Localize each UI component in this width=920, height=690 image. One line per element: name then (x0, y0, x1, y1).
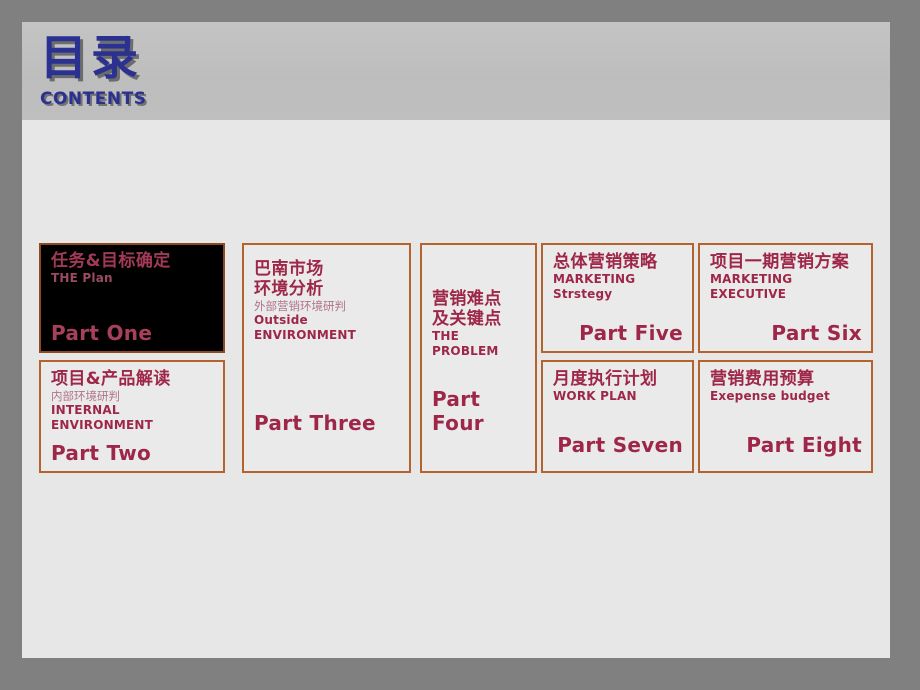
card-en-subtitle: WORK PLAN (553, 389, 637, 403)
card-column-3: 营销难点 及关键点 THE PROBLEM Part Four (420, 243, 537, 473)
card-body: 营销费用预算 Exepense budget Part Eight (710, 369, 862, 465)
card-column-4: 总体营销策略 MARKETING Strstegy Part Five 月度执行… (541, 243, 694, 473)
slide-canvas: 目录 CONTENTS 任务&目标确定 THE Plan Part One 项目… (22, 22, 890, 658)
card-cn-title: 营销费用预算 (710, 369, 815, 389)
page-title: 目录 (40, 31, 142, 86)
card-cn-title: 任务&目标确定 (51, 251, 171, 271)
page-subtitle: CONTENTS (40, 89, 147, 109)
card-column-5: 项目一期营销方案 MARKETING EXECUTIVE Part Six 营销… (698, 243, 873, 473)
card-cn-title-line1: 巴南市场 (254, 259, 324, 279)
card-part-label: Part One (51, 321, 153, 345)
card-body: 营销难点 及关键点 THE PROBLEM Part Four (432, 289, 526, 465)
card-part-three[interactable]: 巴南市场 环境分析 外部营销环境研判 Outside ENVIRONMENT P… (242, 243, 411, 473)
card-column-2: 巴南市场 环境分析 外部营销环境研判 Outside ENVIRONMENT P… (242, 243, 411, 473)
card-body: 巴南市场 环境分析 外部营销环境研判 Outside ENVIRONMENT P… (254, 259, 400, 465)
card-cn-title: 项目&产品解读 (51, 369, 171, 389)
card-part-six[interactable]: 项目一期营销方案 MARKETING EXECUTIVE Part Six (698, 243, 873, 353)
card-en-subtitle: Outside ENVIRONMENT (254, 313, 357, 342)
card-en-subtitle-line2: ENVIRONMENT (51, 417, 154, 432)
card-cn-title-line1: 营销难点 (432, 289, 502, 309)
card-en-subtitle: Exepense budget (710, 389, 830, 403)
card-en-subtitle: THE Plan (51, 271, 113, 285)
card-body: 任务&目标确定 THE Plan Part One (51, 251, 214, 345)
card-cn-subtitle: 内部环境研判 (51, 389, 120, 403)
card-part-eight[interactable]: 营销费用预算 Exepense budget Part Eight (698, 360, 873, 473)
card-body: 总体营销策略 MARKETING Strstegy Part Five (553, 252, 683, 345)
card-part-one[interactable]: 任务&目标确定 THE Plan Part One (39, 243, 225, 353)
card-cn-title: 项目一期营销方案 (710, 252, 850, 272)
card-en-subtitle: MARKETING EXECUTIVE (710, 272, 793, 301)
card-column-1: 任务&目标确定 THE Plan Part One 项目&产品解读 内部环境研判… (39, 243, 225, 473)
card-cn-title-line2: 及关键点 (432, 309, 502, 329)
title-block: 目录 CONTENTS (40, 30, 146, 109)
card-en-subtitle-line1: MARKETING (553, 272, 636, 286)
card-en-subtitle-line1: INTERNAL (51, 403, 120, 417)
card-part-four[interactable]: 营销难点 及关键点 THE PROBLEM Part Four (420, 243, 537, 473)
card-part-label: Part Two (51, 441, 152, 465)
card-cn-subtitle: 外部营销环境研判 (254, 299, 346, 313)
card-body: 月度执行计划 WORK PLAN Part Seven (553, 369, 683, 465)
card-cn-title-line2: 环境分析 (254, 279, 324, 299)
card-cn-title: 月度执行计划 (553, 369, 658, 389)
card-part-label: Part Three (254, 411, 376, 435)
card-cn-title: 总体营销策略 (553, 252, 658, 272)
card-body: 项目一期营销方案 MARKETING EXECUTIVE Part Six (710, 252, 862, 345)
header-band: 目录 CONTENTS (22, 22, 890, 120)
card-part-five[interactable]: 总体营销策略 MARKETING Strstegy Part Five (541, 243, 694, 353)
card-part-label: Part Seven (557, 433, 683, 457)
card-en-subtitle-line2: Strstegy (553, 286, 613, 301)
card-part-label: Part Five (579, 321, 683, 345)
card-part-label: Part Four (432, 387, 484, 435)
card-en-subtitle: THE PROBLEM (432, 329, 499, 358)
card-part-label: Part Eight (746, 433, 862, 457)
card-part-two[interactable]: 项目&产品解读 内部环境研判 INTERNAL ENVIRONMENT Part… (39, 360, 225, 473)
card-part-label: Part Six (771, 321, 862, 345)
card-body: 项目&产品解读 内部环境研判 INTERNAL ENVIRONMENT Part… (51, 369, 214, 465)
card-part-seven[interactable]: 月度执行计划 WORK PLAN Part Seven (541, 360, 694, 473)
contents-card-grid: 任务&目标确定 THE Plan Part One 项目&产品解读 内部环境研判… (39, 243, 873, 473)
